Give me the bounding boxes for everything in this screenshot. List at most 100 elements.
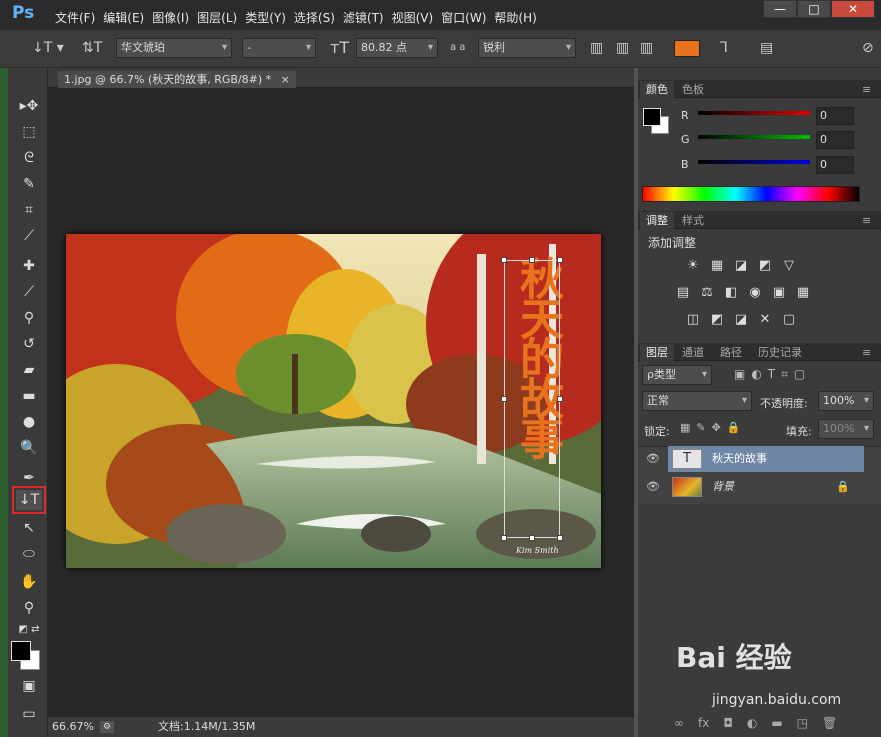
doc-size[interactable]: 文档:1.14M/1.35M <box>158 717 255 737</box>
invert-icon[interactable]: ◫ <box>684 312 702 328</box>
bw-icon[interactable]: ◧ <box>722 285 740 301</box>
marquee-tool-icon[interactable]: ⬚ <box>16 122 42 142</box>
menu-filter[interactable]: 滤镜(T) <box>343 9 392 26</box>
fill-input[interactable]: 100% <box>818 419 874 439</box>
toggle-orientation-icon[interactable]: ⇅T <box>82 39 102 57</box>
visibility-eye-icon[interactable]: 👁 <box>646 452 660 465</box>
eyedropper-tool-icon[interactable]: ⟋ <box>16 226 42 246</box>
align-right-icon[interactable]: ▥ <box>640 39 653 57</box>
adjustment-icon[interactable]: ◐ <box>747 716 757 730</box>
mask-icon[interactable]: ◘ <box>723 716 733 730</box>
brush-tool-icon[interactable]: ⟋ <box>16 282 42 302</box>
visibility-eye-icon[interactable]: 👁 <box>646 480 660 493</box>
folder-icon[interactable]: ▬ <box>771 716 782 730</box>
hue-icon[interactable]: ▤ <box>674 285 692 301</box>
eraser-tool-icon[interactable]: ▰ <box>16 360 42 380</box>
zoom-level[interactable]: 66.67% <box>52 717 94 737</box>
new-layer-icon[interactable]: ◳ <box>797 716 808 730</box>
tab-history[interactable]: 历史记录 <box>752 344 808 361</box>
menu-window[interactable]: 窗口(W) <box>441 9 494 26</box>
canvas-image[interactable]: 秋天的故事 Kim Smith <box>66 234 601 568</box>
channel-r-slider[interactable] <box>698 111 810 115</box>
text-bounding-box[interactable] <box>504 260 560 538</box>
maximize-button[interactable]: □ <box>797 0 831 18</box>
document-tab[interactable]: 1.jpg @ 66.7% (秋天的故事, RGB/8#) * × <box>48 68 634 88</box>
channel-b-value[interactable]: 0 <box>816 156 854 174</box>
history-brush-tool-icon[interactable]: ↺ <box>16 334 42 354</box>
font-size-select[interactable]: 80.82 点 <box>356 38 438 58</box>
gradient-map-icon[interactable]: ▢ <box>780 312 798 328</box>
quick-select-tool-icon[interactable]: ✎ <box>16 174 42 194</box>
curves-icon[interactable]: ◪ <box>732 258 750 274</box>
color-balance-icon[interactable]: ⚖ <box>698 285 716 301</box>
path-select-tool-icon[interactable]: ↖ <box>16 518 42 538</box>
opacity-input[interactable]: 100% <box>818 391 874 411</box>
vibrance-icon[interactable]: ▽ <box>780 258 798 274</box>
link-icon[interactable]: ∞ <box>674 716 684 730</box>
gradient-tool-icon[interactable]: ▬ <box>16 386 42 406</box>
layer-row-background[interactable]: 背景 🔒 <box>668 474 864 500</box>
vertical-type-tool-icon[interactable]: ↓T ▾ <box>32 39 64 57</box>
levels-icon[interactable]: ▦ <box>708 258 726 274</box>
layer-name[interactable]: 秋天的故事 <box>712 446 767 472</box>
transform-handle[interactable] <box>557 396 563 402</box>
panel-menu-icon[interactable]: ≡ <box>856 81 877 98</box>
transform-handle[interactable] <box>557 257 563 263</box>
exposure-icon[interactable]: ◩ <box>756 258 774 274</box>
text-color-swatch[interactable] <box>674 40 700 57</box>
close-button[interactable]: ✕ <box>831 0 875 18</box>
menu-file[interactable]: 文件(F) <box>55 9 103 26</box>
channel-b-slider[interactable] <box>698 160 810 164</box>
trash-icon[interactable]: 🗑 <box>822 716 837 730</box>
hand-tool-icon[interactable]: ✋ <box>16 572 42 592</box>
vertical-type-tool-icon[interactable]: ↓T <box>12 486 46 514</box>
filter-icons[interactable]: ▣◐T⌗▢ <box>734 367 811 382</box>
transform-handle[interactable] <box>501 535 507 541</box>
menu-type[interactable]: 类型(Y) <box>245 9 294 26</box>
transform-handle[interactable] <box>501 396 507 402</box>
font-style-select[interactable]: - <box>242 38 316 58</box>
quick-mask-icon[interactable]: ▣ <box>16 676 42 696</box>
tab-styles[interactable]: 样式 <box>676 212 710 229</box>
transform-handle[interactable] <box>501 257 507 263</box>
transform-handle[interactable] <box>529 535 535 541</box>
swap-colors-icon[interactable]: ◩ ⇄ <box>16 620 42 640</box>
color-fg-swatch[interactable] <box>643 108 661 126</box>
tab-layers[interactable]: 图层 <box>640 344 674 361</box>
fx-icon[interactable]: fx <box>698 716 709 730</box>
healing-tool-icon[interactable]: ✚ <box>16 256 42 276</box>
antialias-select[interactable]: 锐利 <box>478 38 576 58</box>
shape-tool-icon[interactable]: ⬭ <box>16 544 42 564</box>
cancel-icon[interactable]: ⊘ <box>862 39 874 57</box>
menu-layer[interactable]: 图层(L) <box>197 9 245 26</box>
panel-menu-icon[interactable]: ≡ <box>856 212 877 229</box>
move-tool-icon[interactable]: ▸✥ <box>16 96 42 116</box>
tab-adjustments[interactable]: 调整 <box>640 212 674 229</box>
transform-handle[interactable] <box>529 257 535 263</box>
tab-color[interactable]: 颜色 <box>640 81 674 98</box>
channel-r-value[interactable]: 0 <box>816 107 854 125</box>
color-spectrum[interactable] <box>642 186 860 202</box>
threshold-icon[interactable]: ◪ <box>732 312 750 328</box>
tab-channels[interactable]: 通道 <box>676 344 710 361</box>
pen-tool-icon[interactable]: ✒ <box>16 468 42 488</box>
tab-swatches[interactable]: 色板 <box>676 81 710 98</box>
align-center-icon[interactable]: ▥ <box>616 39 629 57</box>
minimize-button[interactable]: — <box>763 0 797 18</box>
channel-g-value[interactable]: 0 <box>816 131 854 149</box>
tab-close-icon[interactable]: × <box>281 73 290 86</box>
menu-select[interactable]: 选择(S) <box>294 9 343 26</box>
lock-icons[interactable]: ▦✎✥🔒 <box>680 421 747 434</box>
align-left-icon[interactable]: ▥ <box>590 39 603 57</box>
character-panel-icon[interactable]: ▤ <box>760 39 773 57</box>
screen-mode-icon[interactable]: ▭ <box>16 704 42 724</box>
tab-paths[interactable]: 路径 <box>714 344 748 361</box>
brightness-icon[interactable]: ☀ <box>684 258 702 274</box>
foreground-color-swatch[interactable] <box>11 641 31 661</box>
layer-filter-select[interactable]: ρ类型 <box>642 365 712 385</box>
lasso-tool-icon[interactable]: ᘓ <box>16 148 42 168</box>
menu-image[interactable]: 图像(I) <box>152 9 197 26</box>
channel-g-slider[interactable] <box>698 135 810 139</box>
photo-filter-icon[interactable]: ◉ <box>746 285 764 301</box>
channel-mixer-icon[interactable]: ▣ <box>770 285 788 301</box>
